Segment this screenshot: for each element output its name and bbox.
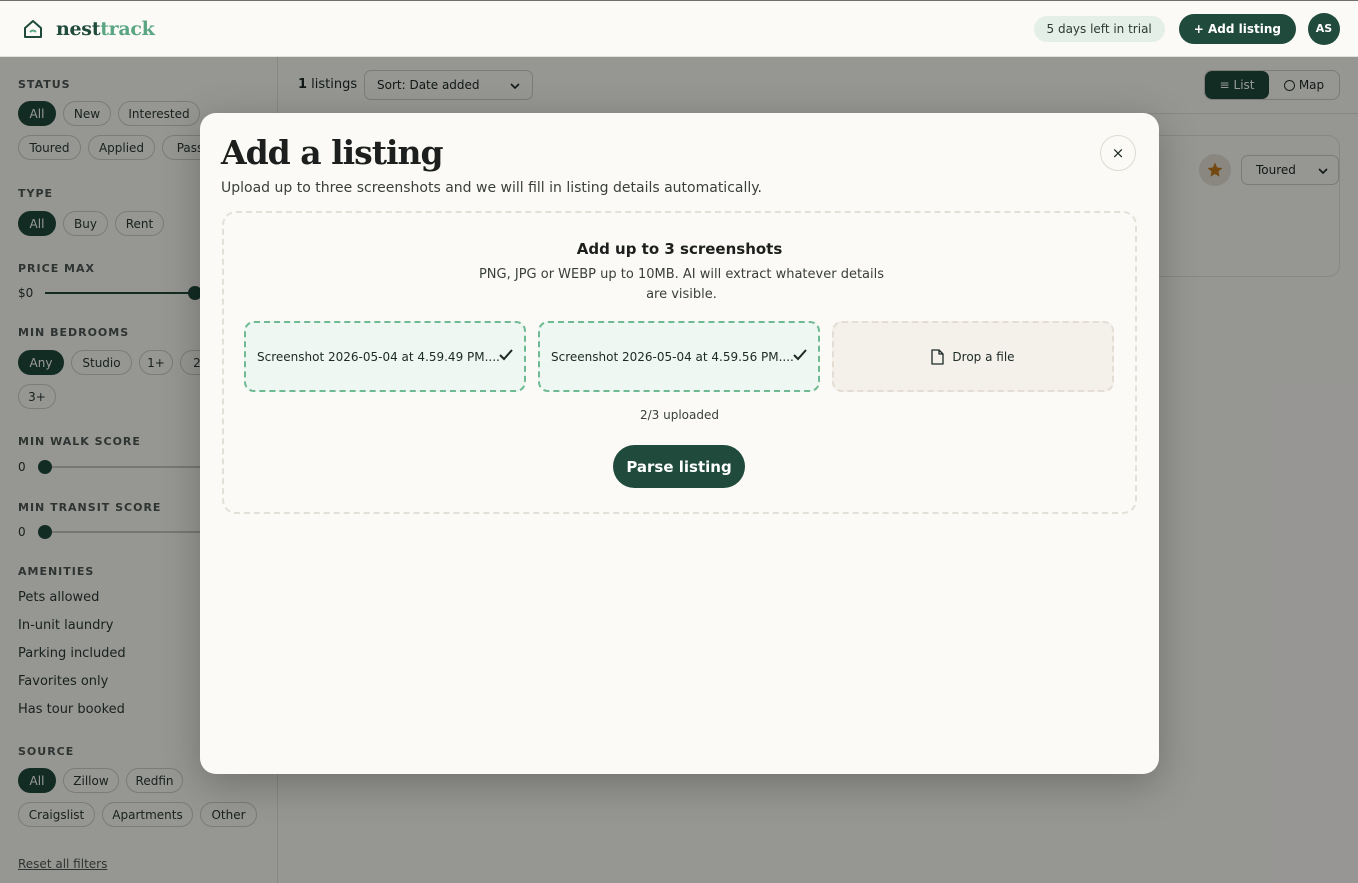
upload-slot-3[interactable]: Drop a file <box>832 321 1114 392</box>
uploaded-filename: Screenshot 2026-05-04 at 4.59.56 PM.... <box>551 349 793 364</box>
modal-title: Add a listing <box>221 133 444 172</box>
uploaded-filename: Screenshot 2026-05-04 at 4.59.49 PM.... <box>257 349 499 364</box>
trial-badge: 5 days left in trial <box>1033 15 1165 42</box>
check-icon <box>793 349 807 364</box>
upload-slot-2[interactable]: Screenshot 2026-05-04 at 4.59.56 PM.... <box>538 321 820 392</box>
user-avatar[interactable]: AS <box>1308 12 1340 45</box>
modal-subtitle: Upload up to three screenshots and we wi… <box>221 180 762 196</box>
add-listing-modal: Add a listing Upload up to three screens… <box>200 113 1159 774</box>
check-icon <box>499 349 513 364</box>
close-modal-button[interactable]: × <box>1100 135 1136 171</box>
brand-part-track: track <box>100 17 155 40</box>
file-icon <box>931 348 945 365</box>
brand-part-nest: nest <box>56 17 101 40</box>
dropzone-subtitle: PNG, JPG or WEBP up to 10MB. AI will ext… <box>478 267 885 302</box>
brand-logo[interactable]: nesttrack <box>56 18 155 40</box>
dropzone-title: Add up to 3 screenshots <box>576 240 783 258</box>
house-logo-icon <box>22 18 44 40</box>
upload-slot-1[interactable]: Screenshot 2026-05-04 at 4.59.49 PM.... <box>244 321 526 392</box>
screenshot-dropzone[interactable]: Add up to 3 screenshots PNG, JPG or WEBP… <box>222 211 1137 514</box>
add-listing-button[interactable]: + Add listing <box>1178 13 1296 44</box>
close-icon: × <box>1111 144 1125 162</box>
parse-listing-button[interactable]: Parse listing <box>613 445 745 488</box>
upload-progress-text: 2/3 uploaded <box>640 408 719 422</box>
top-header: nesttrack 5 days left in trial + Add lis… <box>0 0 1358 57</box>
drop-a-file-label: Drop a file <box>952 349 1015 364</box>
